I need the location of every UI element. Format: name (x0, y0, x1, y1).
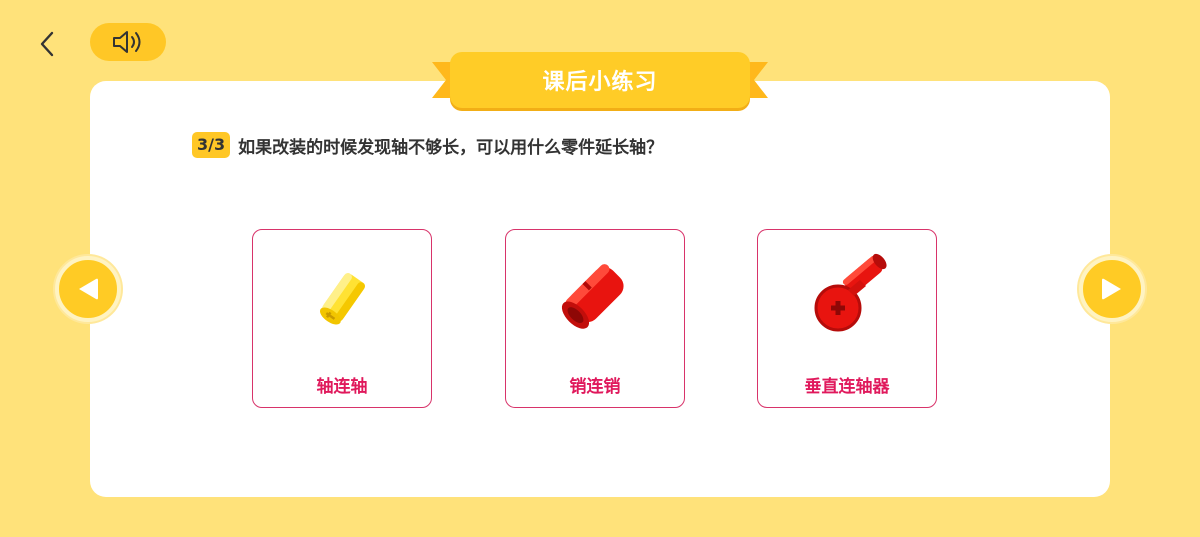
option-label: 销连销 (569, 377, 621, 397)
option-3[interactable]: 垂直连轴器 (757, 229, 937, 408)
back-button[interactable] (30, 26, 66, 62)
question-text: 如果改装的时候发现轴不够长，可以用什么零件延长轴？ (238, 137, 664, 158)
red-perpendicular-connector-image (814, 253, 887, 332)
next-button[interactable] (1079, 256, 1145, 322)
option-2[interactable]: 销连销 (505, 229, 685, 408)
title-banner: 课后小练习 (432, 52, 768, 110)
yellow-axle-connector-image (319, 273, 366, 325)
option-1[interactable]: 轴连轴 (252, 229, 432, 408)
banner-title: 课后小练习 (450, 52, 750, 108)
sound-button[interactable] (90, 23, 166, 61)
play-right-icon (1102, 278, 1121, 300)
question-progress-badge: 3/3 (192, 132, 231, 158)
prev-button[interactable] (55, 256, 121, 322)
red-pin-connector-image (561, 264, 624, 329)
chevron-left-icon (40, 31, 54, 57)
play-left-icon (79, 278, 98, 300)
speaker-icon (113, 31, 141, 53)
option-label: 垂直连轴器 (804, 377, 890, 397)
option-label: 轴连轴 (316, 377, 368, 397)
question: 3/3 如果改装的时候发现轴不够长，可以用什么零件延长轴？ (192, 132, 663, 158)
